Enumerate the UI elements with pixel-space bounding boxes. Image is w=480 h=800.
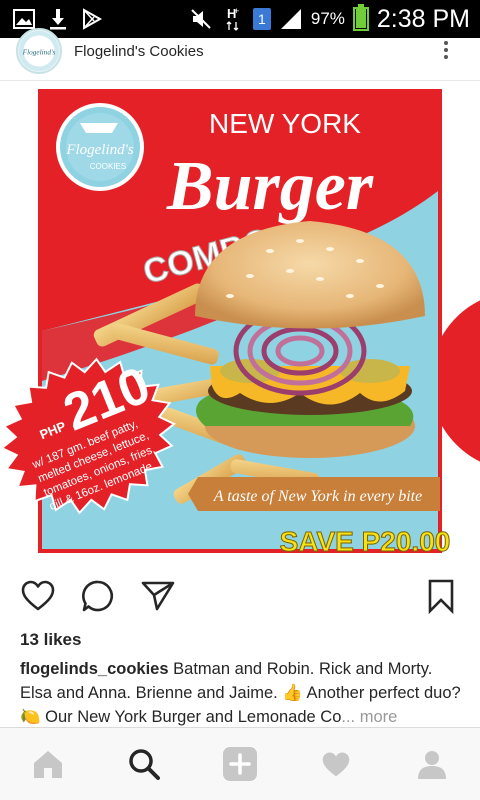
status-bar: H + 1 97% 2:38 PM	[0, 0, 480, 38]
post-caption: flogelinds_cookies Batman and Robin. Ric…	[20, 657, 465, 729]
h-plus-icon: H +	[221, 6, 245, 31]
comment-icon[interactable]	[80, 578, 116, 614]
image-icon	[12, 7, 36, 31]
more-options-icon[interactable]	[442, 38, 450, 60]
sim-slot-badge: 1	[252, 8, 271, 30]
bottom-nav	[0, 727, 480, 800]
tagline-banner: A taste of New York in every bite	[188, 477, 440, 511]
battery-icon	[352, 4, 369, 31]
search-icon[interactable]	[120, 740, 168, 788]
mute-icon	[189, 7, 213, 31]
avatar[interactable]: Flogelind's	[16, 28, 62, 74]
home-icon[interactable]	[24, 740, 72, 788]
battery-percent: 97%	[310, 9, 345, 28]
profile-icon[interactable]	[408, 740, 456, 788]
avatar-text: Flogelind's	[22, 48, 56, 57]
tagline: A taste of New York in every bite	[213, 488, 422, 505]
post-header: Flogelind's Flogelind's Cookies	[0, 28, 480, 81]
headline-main: Burger	[166, 148, 374, 225]
clock: 2:38 PM	[376, 4, 470, 33]
play-store-icon	[80, 7, 104, 31]
post-actions	[0, 570, 480, 622]
caption-username[interactable]: flogelinds_cookies	[20, 660, 169, 678]
activity-heart-icon[interactable]	[312, 740, 360, 788]
brand-sub: COOKIES	[90, 162, 126, 171]
post-image[interactable]: Flogelind's COOKIES NEW YORK Burger COMB…	[0, 81, 480, 561]
svg-text:+: +	[234, 6, 239, 16]
caption-more-link[interactable]: ... more	[341, 708, 397, 726]
save-text: SAVE P20.00	[280, 526, 451, 557]
share-icon[interactable]	[140, 578, 176, 614]
post-username[interactable]: Flogelind's Cookies	[74, 43, 204, 60]
bookmark-icon[interactable]	[423, 578, 459, 615]
brand-logo: Flogelind's COOKIES	[56, 103, 144, 191]
download-icon	[46, 7, 70, 31]
add-post-icon[interactable]	[216, 740, 264, 788]
headline-top: NEW YORK	[209, 108, 361, 139]
like-heart-icon[interactable]	[20, 578, 56, 614]
likes-count[interactable]: 13 likes	[20, 630, 81, 650]
signal-icon	[279, 7, 303, 31]
brand-name: Flogelind's	[65, 142, 134, 158]
